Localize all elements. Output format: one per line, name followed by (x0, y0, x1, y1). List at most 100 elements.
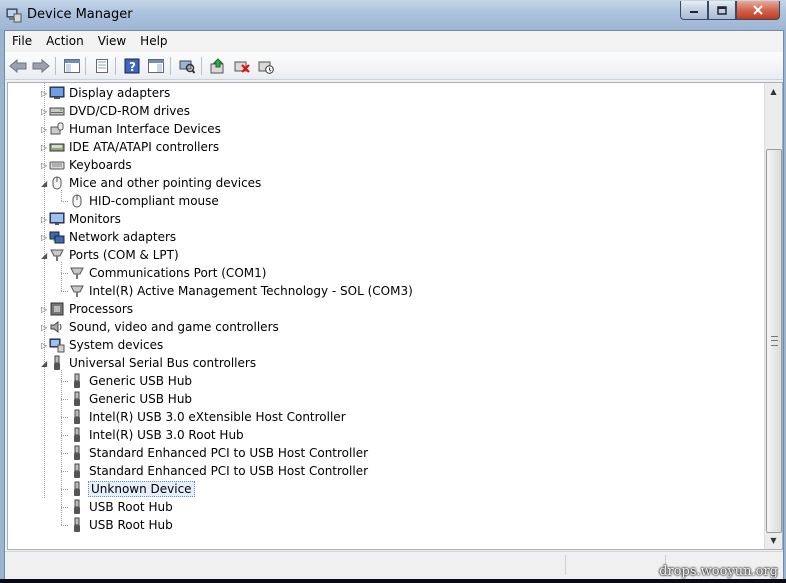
tree-category-dvd-cd-rom-drives[interactable]: DVD/CD-ROM drives (49, 102, 191, 120)
tree-device-label: USB Root Hub (89, 518, 173, 532)
tree-guide-line (61, 525, 68, 526)
collapsed-triangle-icon[interactable]: ▷ (41, 161, 48, 170)
tree-category-network-adapters[interactable]: Network adapters (49, 228, 177, 246)
collapsed-triangle-icon[interactable]: ▷ (41, 233, 48, 242)
properties-button[interactable] (92, 56, 112, 76)
window-title: Device Manager (27, 7, 133, 22)
tree-device-intel-r-active-management-technology-sol-com3[interactable]: Intel(R) Active Management Technology - … (69, 282, 414, 300)
tree-guide-line (61, 507, 68, 508)
collapsed-triangle-icon[interactable]: ▷ (41, 341, 48, 350)
sound-icon (49, 319, 65, 335)
uninstall-button[interactable] (232, 56, 252, 76)
vertical-scrollbar[interactable]: ▲ ▼ (764, 83, 782, 549)
tree-device-unknown-device[interactable]: Unknown Device (69, 480, 195, 498)
tree-device-usb-root-hub[interactable]: USB Root Hub (69, 498, 174, 516)
disable-icon (258, 61, 274, 74)
collapsed-triangle-icon[interactable]: ▷ (41, 107, 48, 116)
menu-action[interactable]: Action (39, 31, 91, 51)
mouse-icon (69, 193, 85, 209)
tree-category-sound-video-and-game-controllers[interactable]: Sound, video and game controllers (49, 318, 280, 336)
tree-category-universal-serial-bus-controllers[interactable]: Universal Serial Bus controllers (49, 354, 257, 372)
expanded-triangle-icon[interactable]: ◢ (41, 359, 48, 368)
scroll-up-button[interactable]: ▲ (765, 83, 782, 100)
tree-category-label: Network adapters (69, 230, 177, 244)
help-button[interactable]: ? (122, 56, 142, 76)
tree-device-label: Communications Port (COM1) (89, 266, 267, 280)
collapsed-triangle-icon[interactable]: ▷ (41, 215, 48, 224)
menu-view[interactable]: View (91, 31, 133, 51)
expanded-triangle-icon[interactable]: ◢ (41, 251, 48, 260)
usb-icon (69, 517, 85, 533)
usb-icon (69, 445, 85, 461)
tree-category-label: Human Interface Devices (69, 122, 221, 136)
tree-device-intel-r-usb-3-0-root-hub[interactable]: Intel(R) USB 3.0 Root Hub (69, 426, 245, 444)
collapsed-triangle-icon[interactable]: ▷ (41, 305, 48, 314)
tree-device-generic-usb-hub[interactable]: Generic USB Hub (69, 372, 193, 390)
port-icon (69, 283, 85, 299)
action-pane-button[interactable] (146, 56, 166, 76)
tree-category-human-interface-devices[interactable]: Human Interface Devices (49, 120, 222, 138)
tree-device-generic-usb-hub[interactable]: Generic USB Hub (69, 390, 193, 408)
tree-device-label: Unknown Device (88, 481, 195, 497)
network-adapter-icon (49, 229, 65, 245)
scan-hardware-button[interactable] (177, 56, 197, 76)
device-tree[interactable]: ▲ ▼ ▷ Display adapters ▷ DVD/CD-ROM drives ▷… (7, 82, 783, 550)
tree-device-label: HID-compliant mouse (89, 194, 219, 208)
update-driver-icon (210, 58, 224, 74)
properties-icon (96, 59, 108, 73)
tree-category-label: System devices (69, 338, 164, 352)
menu-help[interactable]: Help (133, 31, 174, 51)
collapsed-triangle-icon[interactable]: ▷ (41, 323, 48, 332)
update-driver-button[interactable] (208, 56, 228, 76)
scroll-thumb[interactable] (766, 149, 782, 533)
tree-category-system-devices[interactable]: System devices (49, 336, 164, 354)
tree-category-keyboards[interactable]: Keyboards (49, 156, 133, 174)
collapsed-triangle-icon[interactable]: ▷ (41, 143, 48, 152)
tree-device-standard-enhanced-pci-to-usb-host-controller[interactable]: Standard Enhanced PCI to USB Host Contro… (69, 462, 369, 480)
minimize-icon (690, 11, 698, 13)
usb-icon (69, 481, 85, 497)
tree-category-ports-com-lpt[interactable]: Ports (COM & LPT) (49, 246, 180, 264)
minimize-button[interactable] (680, 1, 708, 20)
tree-category-display-adapters[interactable]: Display adapters (49, 84, 171, 102)
usb-icon (69, 463, 85, 479)
menu-file[interactable]: File (5, 31, 39, 51)
tree-guide-line (61, 370, 62, 525)
maximize-button[interactable] (708, 1, 736, 20)
show-hide-console-tree-button[interactable] (62, 56, 82, 76)
forward-button[interactable] (31, 56, 51, 76)
tree-device-hid-compliant-mouse[interactable]: HID-compliant mouse (69, 192, 220, 210)
tree-device-label: Intel(R) USB 3.0 Root Hub (89, 428, 244, 442)
collapsed-triangle-icon[interactable]: ▷ (41, 125, 48, 134)
usb-icon (69, 499, 85, 515)
tree-category-processors[interactable]: Processors (49, 300, 134, 318)
title-bar[interactable]: Device Manager (0, 0, 786, 30)
back-arrow-icon (9, 59, 27, 73)
mouse-icon (49, 175, 65, 191)
tree-device-communications-port-com1[interactable]: Communications Port (COM1) (69, 264, 267, 282)
expanded-triangle-icon[interactable]: ◢ (41, 179, 48, 188)
back-button[interactable] (8, 56, 28, 76)
status-pane (565, 555, 666, 575)
disable-button[interactable] (256, 56, 276, 76)
scroll-down-button[interactable]: ▼ (765, 532, 782, 549)
tree-category-label: Monitors (69, 212, 121, 226)
svg-text:?: ? (129, 60, 136, 74)
show-hide-console-tree-icon (64, 59, 80, 73)
tree-device-standard-enhanced-pci-to-usb-host-controller[interactable]: Standard Enhanced PCI to USB Host Contro… (69, 444, 369, 462)
tree-device-label: Intel(R) USB 3.0 eXtensible Host Control… (89, 410, 346, 424)
device-manager-icon (6, 8, 22, 23)
tree-category-monitors[interactable]: Monitors (49, 210, 122, 228)
collapsed-triangle-icon[interactable]: ▷ (41, 89, 48, 98)
tree-device-usb-root-hub[interactable]: USB Root Hub (69, 516, 174, 534)
close-button[interactable] (736, 1, 780, 20)
device-manager-window: Device Manager File Action View Help ? ▲… (0, 0, 786, 583)
tree-device-label: Standard Enhanced PCI to USB Host Contro… (89, 446, 369, 460)
tree-category-ide-ata-atapi-controllers[interactable]: IDE ATA/ATAPI controllers (49, 138, 220, 156)
usb-icon (69, 391, 85, 407)
tree-category-mice-and-other-pointing-devices[interactable]: Mice and other pointing devices (49, 174, 262, 192)
tree-guide-line (61, 291, 68, 292)
dvd-drive-icon (49, 103, 65, 119)
usb-icon (69, 427, 85, 443)
tree-device-intel-r-usb-3-0-extensible-host-controller[interactable]: Intel(R) USB 3.0 eXtensible Host Control… (69, 408, 347, 426)
